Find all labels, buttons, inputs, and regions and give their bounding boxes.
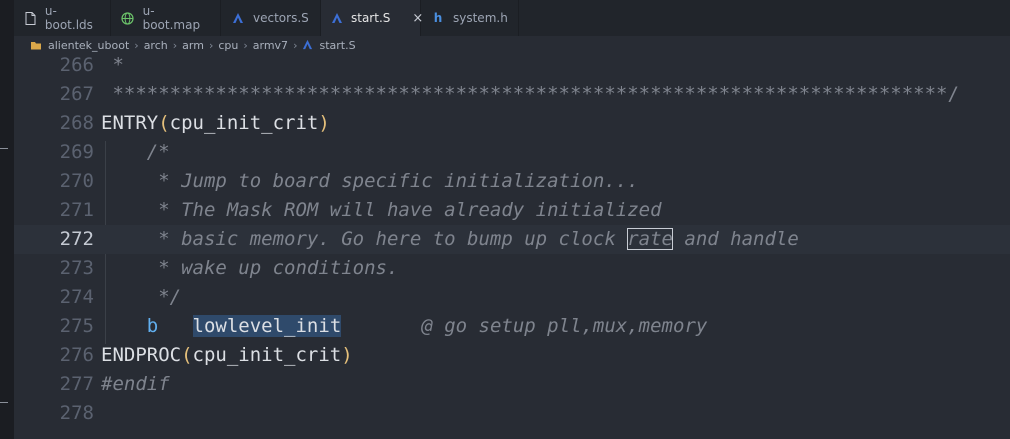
- macro-name: ENDPROC: [101, 344, 182, 366]
- asm-file-icon: [331, 11, 343, 25]
- breadcrumb-item[interactable]: start.S: [319, 39, 355, 52]
- tab-bar-empty: [519, 0, 1010, 36]
- paren-close: ): [341, 344, 353, 366]
- function-name: cpu_init_crit: [169, 112, 319, 134]
- line-text: */: [101, 286, 182, 308]
- code-line: 269 /*: [14, 138, 1010, 167]
- comment-text: * basic memory. Go here to bump up clock: [101, 228, 628, 250]
- code-line: 271 * The Mask ROM will have already ini…: [14, 196, 1010, 225]
- tab-label: u-boot.lds: [44, 4, 93, 32]
- line-text: * basic memory. Go here to bump up clock…: [101, 225, 799, 254]
- line-text: b lowlevel_init @ go setup pll,mux,memor…: [101, 312, 707, 341]
- comment-text: and handle: [672, 228, 799, 250]
- line-text: /*: [101, 141, 170, 163]
- spacing: [341, 315, 421, 337]
- line-text: ENTRY(cpu_init_crit): [101, 109, 330, 138]
- line-text: * The Mask ROM will have already initial…: [101, 199, 662, 221]
- paren-close: ): [318, 112, 330, 134]
- breadcrumb-item[interactable]: arm: [182, 39, 204, 52]
- line-text: #endif: [101, 373, 170, 395]
- file-icon: [24, 11, 37, 25]
- code-line: 270 * Jump to board specific initializat…: [14, 167, 1010, 196]
- breadcrumb-item[interactable]: arch: [144, 39, 168, 52]
- spacing: [158, 315, 192, 337]
- code-line: 278: [14, 399, 1010, 428]
- macro-name: ENTRY: [101, 112, 159, 134]
- line-number: 273: [59, 257, 94, 279]
- tab-label: u-boot.map: [142, 4, 201, 32]
- tab-label: start.S: [351, 11, 391, 25]
- code-line: 266 *: [14, 54, 1010, 80]
- paren-open: (: [158, 112, 170, 134]
- word-highlight: rate: [627, 228, 673, 250]
- tab-bar: u-boot.lds u-boot.map vectors.S start.S …: [14, 0, 1010, 36]
- branch-instruction: b: [146, 315, 159, 337]
- code-line: 277 #endif: [14, 370, 1010, 399]
- line-text: ENDPROC(cpu_init_crit): [101, 341, 353, 370]
- tab-start-s[interactable]: start.S ×: [321, 0, 423, 36]
- breadcrumb-separator: ›: [293, 38, 298, 52]
- line-number: 275: [59, 315, 94, 337]
- comment-text: @ go setup pll,mux,memory: [421, 315, 708, 337]
- strip-marker: [0, 148, 8, 149]
- line-number: 277: [59, 373, 94, 395]
- asm-file-icon: [302, 39, 314, 51]
- line-text: * Jump to board specific initialization.…: [101, 170, 639, 192]
- header-file-icon: h: [433, 11, 443, 25]
- line-number: 278: [59, 402, 94, 424]
- breadcrumb-item[interactable]: cpu: [218, 39, 238, 52]
- line-text: *: [101, 54, 124, 76]
- tab-system-h[interactable]: h system.h: [421, 0, 519, 36]
- breadcrumb-separator: ›: [172, 38, 178, 52]
- line-number: 270: [59, 170, 94, 192]
- tab-u-boot-lds[interactable]: u-boot.lds: [14, 0, 111, 36]
- code-line: 268 ENTRY(cpu_init_crit): [14, 109, 1010, 138]
- breadcrumb: alientek_uboot › arch › arm › cpu › armv…: [14, 36, 1010, 54]
- line-text: ****************************************…: [101, 83, 959, 105]
- code-line: 276 ENDPROC(cpu_init_crit): [14, 341, 1010, 370]
- tab-label: system.h: [453, 11, 508, 25]
- line-number: 266: [59, 54, 94, 76]
- code-line: 273 * wake up conditions.: [14, 254, 1010, 283]
- line-number: 271: [59, 199, 94, 221]
- breadcrumb-item[interactable]: armv7: [253, 39, 288, 52]
- line-number: 274: [59, 286, 94, 308]
- tab-label: vectors.S: [253, 11, 309, 25]
- paren-open: (: [181, 344, 193, 366]
- line-number: 276: [59, 344, 94, 366]
- tab-u-boot-map[interactable]: u-boot.map: [111, 0, 221, 36]
- globe-icon: [121, 11, 135, 25]
- breadcrumb-separator: ›: [243, 38, 248, 52]
- breadcrumb-separator: ›: [134, 38, 139, 52]
- strip-marker: [0, 402, 8, 403]
- asm-file-icon: [231, 11, 245, 25]
- line-number: 272: [59, 228, 94, 250]
- breadcrumb-item[interactable]: alientek_uboot: [48, 39, 129, 52]
- symbol-highlight: lowlevel_init: [192, 315, 342, 337]
- code-line-current: 272 * basic memory. Go here to bump up c…: [14, 225, 1010, 254]
- activity-strip: [0, 0, 14, 439]
- line-number: 267: [59, 83, 94, 105]
- line-text: * wake up conditions.: [101, 257, 399, 279]
- breadcrumb-separator: ›: [208, 38, 214, 52]
- code-line: 275 b lowlevel_init @ go setup pll,mux,m…: [14, 312, 1010, 341]
- tab-vectors-s[interactable]: vectors.S: [221, 0, 321, 36]
- function-name: cpu_init_crit: [192, 344, 342, 366]
- line-number: 268: [59, 112, 94, 134]
- folder-icon: [30, 39, 42, 51]
- line-number: 269: [59, 141, 94, 163]
- code-editor[interactable]: 266 * 267 ******************************…: [14, 54, 1010, 439]
- code-line: 274 */: [14, 283, 1010, 312]
- code-line: 267 ************************************…: [14, 80, 1010, 109]
